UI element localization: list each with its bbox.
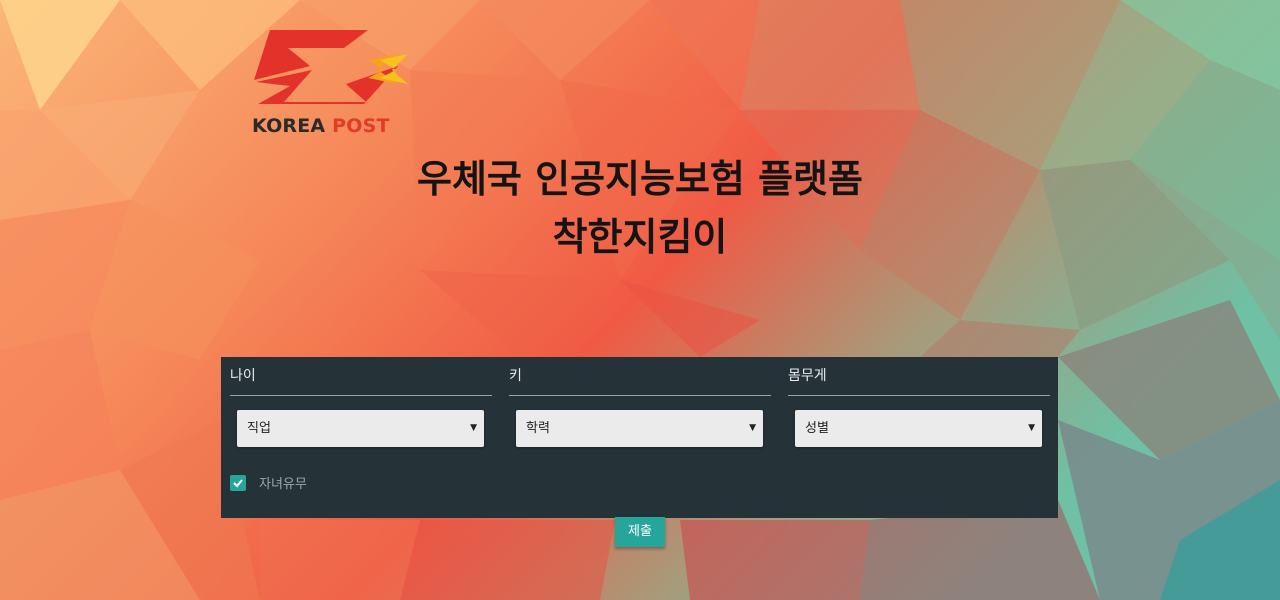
logo-word-post: POST bbox=[332, 115, 390, 137]
height-field[interactable]: 키 bbox=[509, 357, 771, 396]
children-checkbox-label[interactable]: 자녀유무 bbox=[259, 473, 307, 492]
chevron-down-icon: ▼ bbox=[749, 423, 756, 433]
age-field[interactable]: 나이 bbox=[230, 357, 492, 396]
page-title: 우체국 인공지능보험 플랫폼 bbox=[417, 157, 863, 201]
insurance-form: 나이 키 몸무게 직업 ▼ 학력 ▼ 성별 ▼ 자녀유무 bbox=[221, 357, 1058, 518]
gender-select-value: 성별 bbox=[805, 421, 829, 436]
weight-field[interactable]: 몸무게 bbox=[788, 357, 1050, 396]
education-select-value: 학력 bbox=[526, 421, 550, 436]
check-icon bbox=[233, 479, 243, 488]
children-checkbox[interactable] bbox=[230, 475, 246, 491]
job-select[interactable]: 직업 ▼ bbox=[237, 410, 484, 447]
logo-word-korea: KOREA bbox=[252, 115, 326, 137]
page-subtitle: 착한지킴이 bbox=[552, 215, 728, 259]
logo-wordmark: KOREA POST bbox=[252, 115, 390, 137]
chevron-down-icon: ▼ bbox=[1028, 423, 1035, 433]
page: KOREA POST 우체국 인공지능보험 플랫폼 착한지킴이 나이 키 몸무게… bbox=[0, 0, 1280, 600]
gender-select[interactable]: 성별 ▼ bbox=[795, 410, 1042, 447]
chevron-down-icon: ▼ bbox=[470, 423, 477, 433]
education-select[interactable]: 학력 ▼ bbox=[516, 410, 763, 447]
submit-button[interactable]: 제출 bbox=[615, 517, 665, 547]
job-select-value: 직업 bbox=[247, 421, 271, 436]
